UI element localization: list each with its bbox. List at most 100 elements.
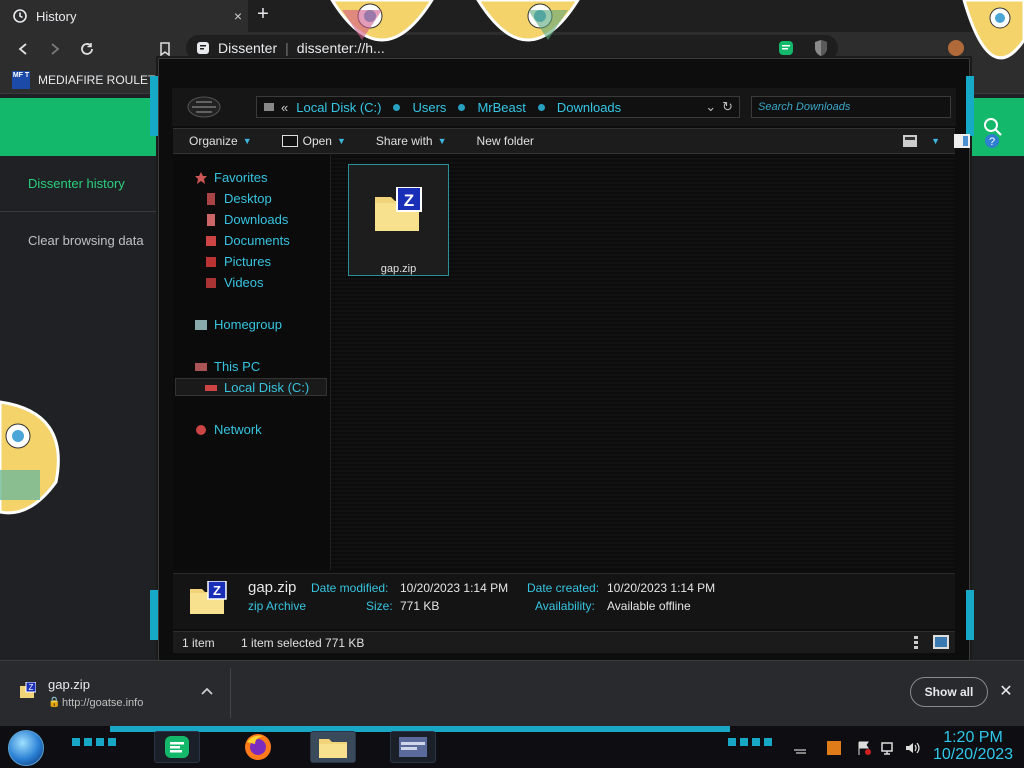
file-item-name: gap.zip	[380, 263, 417, 275]
taskbar-app-button[interactable]	[390, 731, 436, 763]
drive-icon	[205, 384, 217, 391]
taskbar-clock[interactable]: 1:20 PM 10/20/2023	[930, 729, 1016, 763]
chevron-up-icon[interactable]	[200, 684, 214, 698]
view-options-icon[interactable]	[903, 135, 918, 147]
nav-favorites[interactable]: Favorites	[194, 170, 267, 185]
svg-text:Z: Z	[213, 583, 221, 598]
nav-pictures[interactable]: Pictures	[204, 254, 271, 269]
nav-local-disk[interactable]: Local Disk (C:)	[204, 380, 309, 395]
nav-clear-browsing-data[interactable]: Clear browsing data	[28, 233, 144, 248]
nav-this-pc[interactable]: This PC	[194, 359, 260, 374]
nav-desktop-label: Desktop	[224, 191, 272, 206]
omnibox-separator: |	[285, 40, 289, 56]
new-folder-label: New folder	[476, 134, 534, 148]
download-file-name[interactable]: gap.zip	[48, 677, 90, 692]
details-availability-value: Available offline	[607, 599, 691, 613]
preview-pane-icon[interactable]	[954, 134, 970, 148]
nav-documents-label: Documents	[224, 233, 290, 248]
forward-button[interactable]	[44, 38, 66, 60]
nav-homegroup-label: Homegroup	[214, 317, 282, 332]
taskbar-firefox-button[interactable]	[235, 731, 281, 763]
crumb-users[interactable]: Users	[412, 100, 446, 115]
nav-desktop[interactable]: Desktop	[204, 191, 272, 206]
cartoon-girl-sticker-icon	[0, 400, 60, 515]
new-folder-button[interactable]: New folder	[477, 134, 534, 148]
help-icon[interactable]: ?	[984, 133, 1000, 149]
nav-network[interactable]: Network	[194, 422, 262, 437]
nav-pictures-label: Pictures	[224, 254, 271, 269]
frame-accent-right-bottom	[966, 590, 974, 640]
crumb-mrbeast[interactable]: MrBeast	[477, 100, 525, 115]
tab-close-icon[interactable]: ×	[228, 8, 248, 24]
volume-icon[interactable]	[904, 740, 920, 756]
details-view-icon[interactable]	[911, 636, 921, 650]
window-app-icon	[399, 737, 427, 757]
close-icon[interactable]: ✕	[998, 684, 1014, 700]
file-item-gap-zip[interactable]: Z gap.zip	[348, 164, 449, 276]
details-availability-label: Availability:	[535, 599, 595, 613]
nav-dissenter-history[interactable]: Dissenter history	[28, 176, 125, 191]
nav-videos[interactable]: Videos	[204, 275, 264, 290]
details-created-value: 10/20/2023 1:14 PM	[607, 581, 716, 595]
explorer-search-input[interactable]: Search Downloads	[751, 96, 951, 118]
share-with-button[interactable]: Share with ▼	[376, 134, 447, 148]
cartoon-girl-sticker-icon	[330, 0, 434, 42]
download-shelf	[0, 660, 1024, 726]
action-center-flag-icon[interactable]	[856, 740, 872, 756]
nav-downloads[interactable]: Downloads	[204, 212, 288, 227]
large-icons-view-icon[interactable]	[933, 635, 949, 649]
organize-button[interactable]: Organize ▼	[189, 134, 252, 148]
status-selection: 1 item selected 771 KB	[241, 636, 365, 650]
nav-downloads-label: Downloads	[224, 212, 289, 227]
cartoon-girl-sticker-icon	[476, 0, 580, 42]
taskbar-dissenter-button[interactable]	[154, 731, 200, 763]
tab-history[interactable]: History ×	[0, 0, 248, 32]
site-name: Dissenter	[218, 40, 278, 56]
bookmark-button[interactable]	[154, 38, 176, 60]
folder-icon	[319, 739, 347, 758]
address-dropdown-icon[interactable]: ⌄	[705, 99, 716, 115]
back-arrow-icon	[18, 43, 27, 55]
taskbar-explorer-button[interactable]	[310, 731, 356, 763]
shield-icon[interactable]	[813, 39, 829, 57]
refresh-icon[interactable]: ↻	[722, 99, 733, 115]
nav-local-disk-label: Local Disk (C:)	[224, 380, 310, 395]
open-button[interactable]: Open ▼	[281, 134, 346, 148]
crumb-separator-icon	[537, 103, 545, 111]
nav-divider	[0, 211, 160, 212]
insecure-lock-icon: 🔒	[48, 697, 61, 708]
new-tab-button[interactable]: +	[252, 4, 274, 26]
zip-archive-icon: Z	[190, 581, 227, 614]
address-overflow[interactable]: «	[281, 100, 288, 115]
details-size-label: Size:	[366, 599, 393, 613]
mediafire-favicon-icon: MF T	[12, 70, 30, 89]
nav-documents[interactable]: Documents	[204, 233, 290, 248]
nav-homegroup[interactable]: Homegroup	[194, 317, 282, 332]
dissenter-extension-icon[interactable]	[778, 40, 794, 56]
nav-network-label: Network	[214, 422, 262, 437]
network-icon	[196, 424, 206, 435]
network-status-icon[interactable]	[880, 740, 896, 756]
back-forward-orb-icon[interactable]	[186, 95, 222, 119]
view-chevron-down-icon[interactable]: ▼	[931, 136, 940, 146]
frame-accent-left-bottom	[150, 590, 158, 640]
back-button[interactable]	[12, 38, 34, 60]
crumb-local-disk[interactable]: Local Disk (C:)	[296, 100, 381, 115]
reload-button[interactable]	[76, 38, 98, 60]
explorer-address-bar[interactable]: « Local Disk (C:) Users MrBeast Download…	[256, 96, 740, 118]
tray-overflow-icon[interactable]	[792, 740, 808, 756]
chevron-down-icon: ▼	[437, 136, 447, 146]
bookmark-mediafire[interactable]: MEDIAFIRE ROULET...	[38, 73, 164, 87]
crumb-downloads[interactable]: Downloads	[557, 100, 621, 115]
chevron-down-icon: ▼	[242, 136, 252, 146]
open-label: Open	[302, 134, 332, 148]
show-all-button[interactable]: Show all	[910, 677, 988, 707]
zip-file-icon: Z	[20, 682, 36, 698]
taskbar-accent-icon	[728, 738, 774, 746]
start-button[interactable]	[8, 730, 44, 766]
clock-date: 10/20/2023	[932, 746, 1014, 763]
shelf-divider	[230, 668, 231, 718]
reload-icon	[81, 43, 93, 55]
tray-app-icon[interactable]	[826, 740, 842, 756]
firefox-icon	[245, 734, 271, 760]
